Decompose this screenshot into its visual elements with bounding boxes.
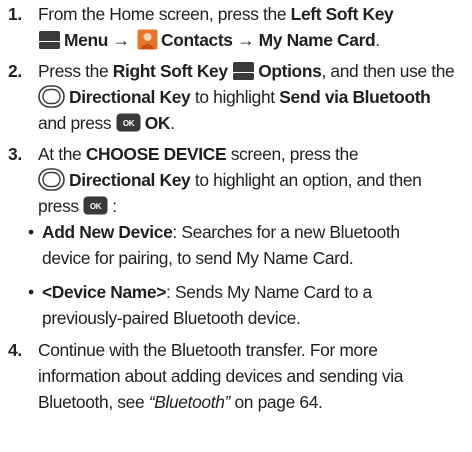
punctuation: . — [170, 113, 175, 133]
directional-key-icon — [38, 85, 65, 108]
punctuation: : — [112, 196, 117, 216]
step-text: press — [38, 196, 84, 216]
directional-key-label: Directional Key — [69, 170, 191, 190]
bullet-text: : Searches for a new Bluetooth — [172, 222, 400, 242]
step-text: to highlight — [190, 87, 280, 107]
device-name-label: <Device Name> — [42, 282, 167, 302]
step-text: Continue with the Bluetooth transfer. Fo… — [38, 340, 378, 360]
bullet-text: : Sends My Name Card to a — [166, 282, 372, 302]
ok-key-icon: OK — [83, 196, 108, 215]
step-text: At the — [38, 144, 86, 164]
directional-key-icon — [38, 168, 65, 191]
step-1: 1. From the Home screen, press the Left … — [0, 1, 472, 53]
punctuation: . — [375, 30, 380, 50]
step-text: and press — [38, 113, 116, 133]
step-text: From the Home screen, press the — [38, 4, 291, 24]
options-label: Options — [258, 61, 322, 81]
step-3: 3. At the CHOOSE DEVICE screen, press th… — [0, 141, 472, 331]
ok-key-icon: OK — [116, 113, 141, 132]
step-text: Press the — [38, 61, 113, 81]
bullet-glyph: • — [28, 282, 34, 302]
step-2: 2. Press the Right Soft Key Options, and… — [0, 58, 472, 136]
bullet-item: • <Device Name>: Sends My Name Card to a… — [28, 279, 472, 331]
ok-label: OK — [144, 113, 171, 133]
bullet-text: device for pairing, to send My Name Card… — [42, 248, 354, 268]
directional-key-label: Directional Key — [69, 87, 191, 107]
bullet-glyph: • — [28, 222, 34, 242]
my-name-card-label: My Name Card — [258, 30, 376, 50]
step-number: 1. — [8, 4, 22, 24]
contacts-icon — [137, 29, 158, 50]
svg-text:OK: OK — [90, 202, 102, 211]
bluetooth-reference: “Bluetooth” — [148, 392, 231, 412]
right-soft-key-icon — [233, 62, 255, 80]
left-soft-key-label: Left Soft Key — [290, 4, 394, 24]
svg-text:OK: OK — [123, 119, 135, 128]
step-number: 2. — [8, 61, 22, 81]
step-number: 3. — [8, 144, 22, 164]
step-text: information about adding devices and sen… — [38, 366, 404, 386]
step-text: Bluetooth, see — [38, 392, 149, 412]
step-text: , and then use the — [321, 61, 455, 81]
right-soft-key-label: Right Soft Key — [112, 61, 228, 81]
instruction-document: 1. From the Home screen, press the Left … — [0, 0, 472, 412]
arrow-glyph: → — [112, 30, 130, 50]
step-text: to highlight an option, and then — [190, 170, 422, 190]
menu-label: Menu — [64, 30, 109, 50]
add-new-device-label: Add New Device — [42, 222, 173, 242]
left-soft-key-icon — [39, 31, 60, 49]
arrow-glyph: → — [237, 30, 255, 50]
send-via-bluetooth-label: Send via Bluetooth — [279, 87, 431, 107]
step-text: on page 64. — [230, 392, 323, 412]
contacts-label: Contacts — [161, 30, 233, 50]
bullet-text: previously-paired Bluetooth device. — [42, 308, 301, 328]
step-text: screen, press the — [226, 144, 359, 164]
step-4: 4. Continue with the Bluetooth transfer.… — [0, 337, 472, 415]
step-number: 4. — [8, 340, 22, 360]
choose-device-label: CHOOSE DEVICE — [85, 144, 227, 164]
bullet-item: • Add New Device: Searches for a new Blu… — [28, 219, 472, 271]
